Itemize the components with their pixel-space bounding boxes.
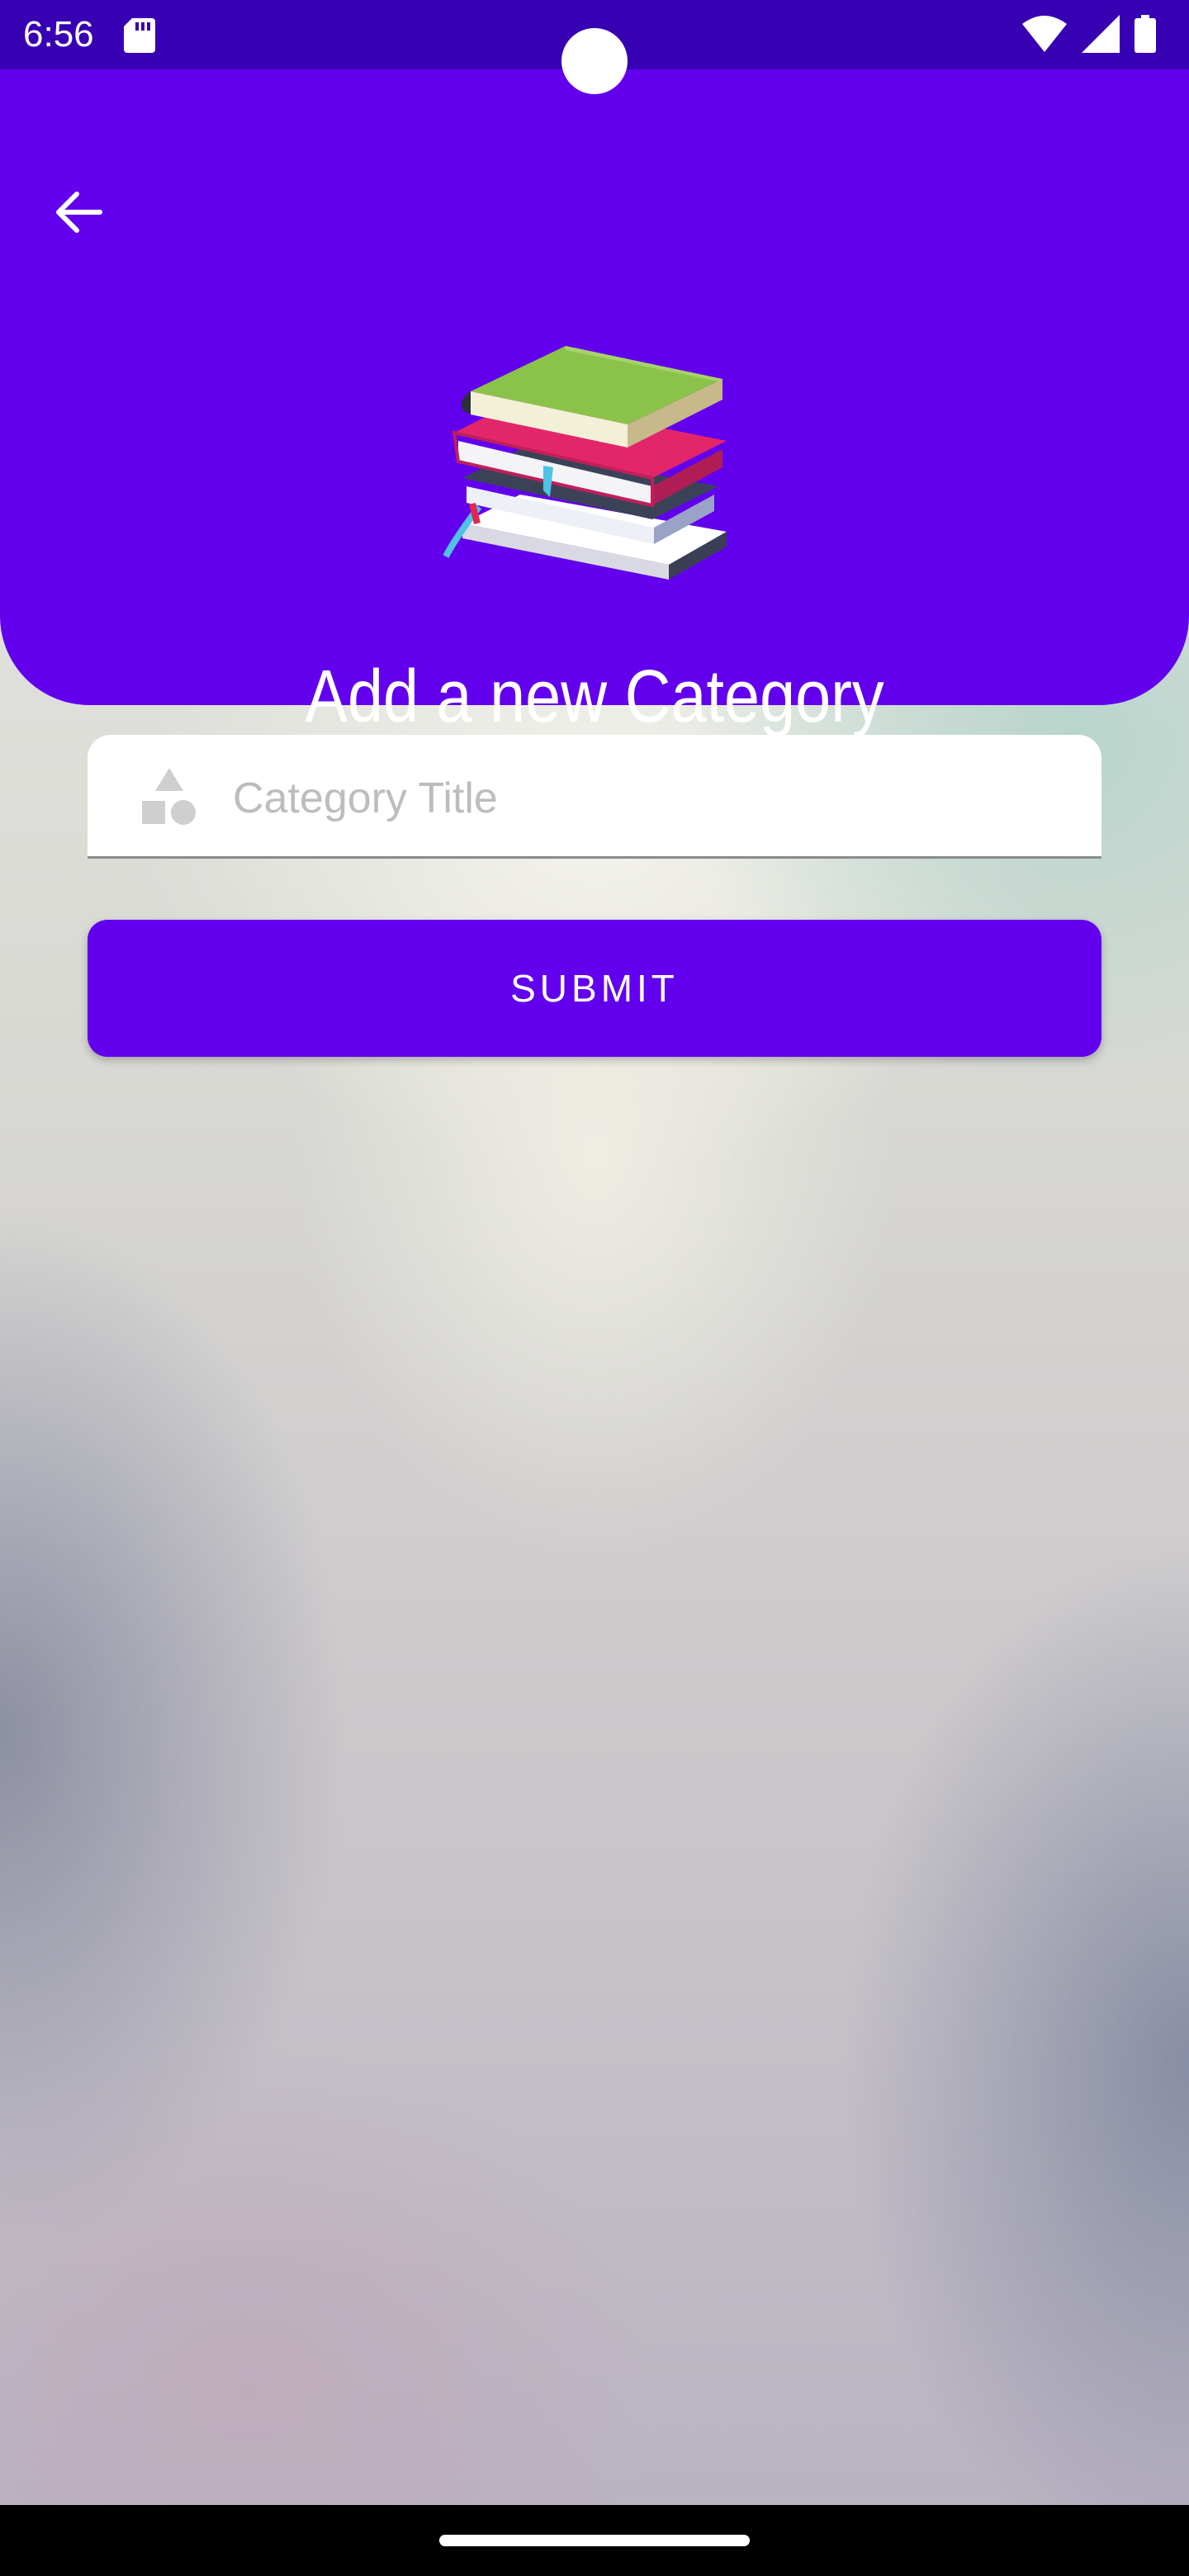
shapes-icon [140, 768, 198, 826]
submit-button[interactable]: SUBMIT [88, 920, 1101, 1057]
header-banner: Add a new Category [0, 69, 1189, 738]
navigation-bar [0, 2505, 1189, 2576]
arrow-left-icon [52, 186, 105, 243]
camera-cutout [561, 28, 628, 94]
battery-icon [1135, 15, 1156, 57]
signal-icon [1082, 15, 1120, 57]
wifi-icon [1022, 16, 1067, 56]
home-indicator[interactable] [439, 2535, 750, 2546]
page-title: Add a new Category [305, 656, 884, 738]
status-time: 6:56 [23, 14, 94, 54]
sd-card-icon [124, 18, 155, 53]
category-title-field[interactable] [88, 735, 1101, 859]
status-icons [1022, 15, 1156, 57]
category-title-input[interactable] [231, 765, 1060, 832]
books-stack-icon [429, 317, 760, 598]
back-button[interactable] [41, 177, 116, 251]
